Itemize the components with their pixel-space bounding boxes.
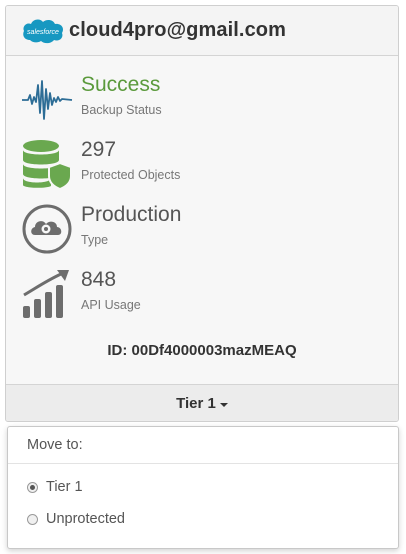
option-label: Tier 1	[46, 479, 83, 495]
radio-unselected-icon[interactable]	[27, 513, 38, 525]
bar-chart-trend-icon	[23, 270, 69, 318]
caret-down-icon	[219, 402, 228, 407]
card-header: salesforce cloud4pro@gmail.com	[6, 6, 398, 56]
salesforce-logo: salesforce	[23, 19, 64, 43]
api-usage-value: 848	[81, 268, 117, 291]
org-id: ID: 00Df4000003mazMEAQ	[107, 342, 297, 359]
protected-objects-value: 297	[81, 138, 117, 161]
tier-dropdown-toggle[interactable]: Tier 1	[6, 384, 398, 421]
type-stat: Production Type	[21, 203, 381, 255]
pulse-icon	[22, 80, 73, 120]
backup-status-stat: Success Backup Status	[21, 73, 381, 125]
option-label: Unprotected	[46, 511, 125, 527]
database-shield-icon	[23, 140, 72, 190]
cloud-gear-icon	[22, 204, 72, 254]
protected-objects-label: Protected Objects	[81, 168, 181, 182]
type-label: Type	[81, 233, 109, 247]
account-email: cloud4pro@gmail.com	[69, 19, 286, 41]
org-card: salesforce cloud4pro@gmail.com Success B…	[5, 5, 399, 422]
move-to-menu: Move to: Tier 1 Unprotected	[7, 426, 399, 549]
protected-objects-stat: 297 Protected Objects	[21, 138, 381, 190]
backup-status-value: Success	[81, 73, 161, 96]
menu-title: Move to:	[8, 427, 398, 464]
svg-text:salesforce: salesforce	[27, 29, 59, 36]
tier-label: Tier 1	[176, 394, 216, 412]
option-unprotected[interactable]: Unprotected	[27, 509, 125, 529]
api-usage-label: API Usage	[81, 298, 141, 312]
api-usage-stat: 848 API Usage	[21, 268, 381, 320]
type-value: Production	[81, 203, 182, 226]
option-tier-1[interactable]: Tier 1	[27, 477, 83, 497]
backup-status-label: Backup Status	[81, 103, 162, 117]
radio-selected-icon[interactable]	[27, 481, 38, 493]
